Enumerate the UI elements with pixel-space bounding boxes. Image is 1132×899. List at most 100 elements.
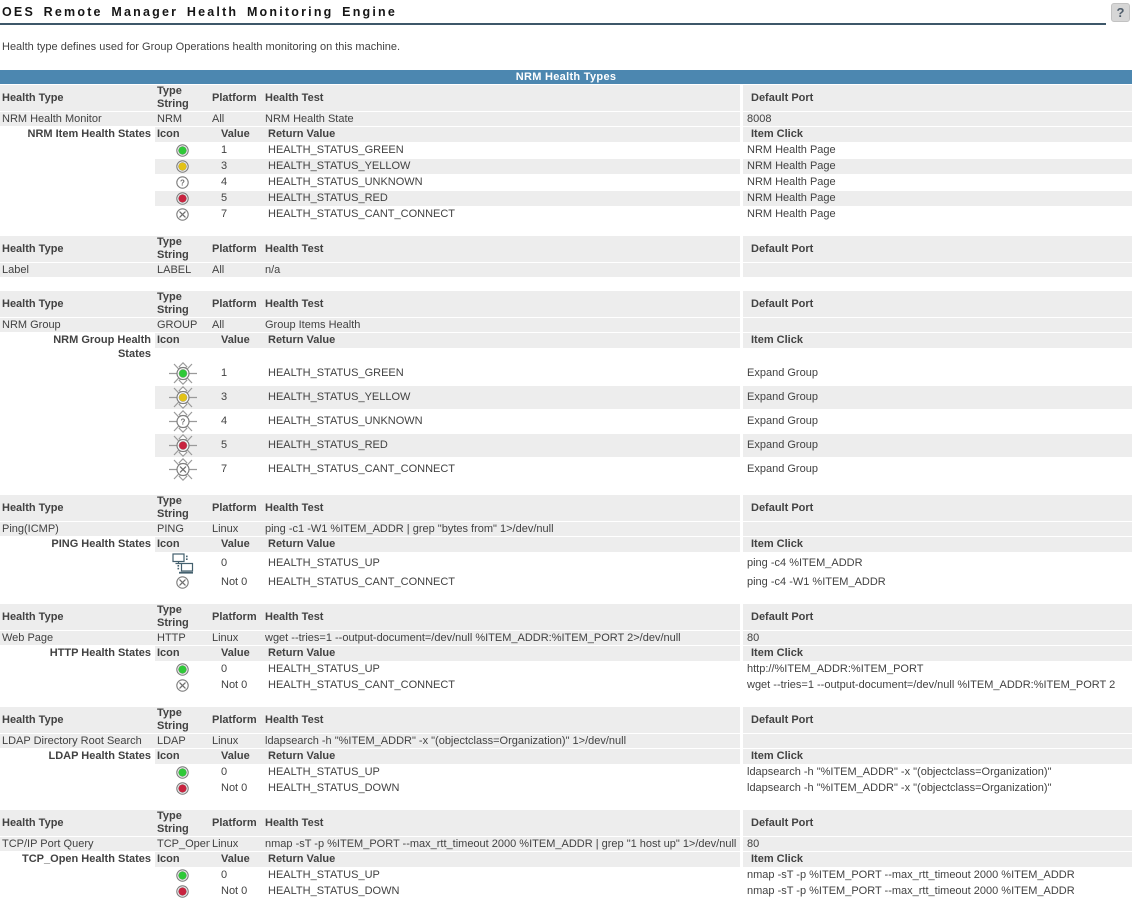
col-header-item-click: Item Click — [743, 852, 1132, 867]
col-header-icon: Icon — [155, 333, 210, 348]
health-type-row: LDAP Directory Root SearchLDAPLinuxldaps… — [0, 734, 1132, 748]
state-icon-cell — [155, 553, 210, 574]
state-icon-cell — [155, 434, 210, 457]
health-type-row: TCP/IP Port QueryTCP_OpenLinuxnmap -sT -… — [0, 837, 1132, 851]
item-click-cell: ldapsearch -h "%ITEM_ADDR" -x "(objectcl… — [743, 765, 1132, 780]
state-row: Not 0HEALTH_STATUS_DOWNldapsearch -h "%I… — [0, 781, 1132, 796]
state-icon-cell — [155, 575, 210, 590]
states-table-label: NRM Item Health States — [0, 127, 155, 141]
return-value-cell: HEALTH_STATUS_UP — [263, 868, 740, 883]
cant-connect-icon — [176, 208, 189, 221]
item-click-cell: Expand Group — [743, 434, 1132, 457]
health-type-cell: Web Page — [0, 631, 155, 645]
item-click-cell: nmap -sT -p %ITEM_PORT --max_rtt_timeout… — [743, 868, 1132, 883]
state-label-spacer — [0, 781, 155, 796]
return-value-cell: HEALTH_STATUS_YELLOW — [263, 159, 740, 174]
state-icon-cell — [155, 458, 210, 481]
col-header-return-value: Return Value — [263, 333, 740, 348]
platform-cell: Linux — [210, 522, 263, 536]
state-icon-cell — [155, 362, 210, 385]
type-string-cell: LABEL — [155, 263, 210, 277]
return-value-cell: HEALTH_STATUS_DOWN — [263, 884, 740, 899]
col-header-value: Value — [210, 852, 263, 867]
state-row: 5HEALTH_STATUS_REDNRM Health Page — [0, 191, 1132, 206]
state-label-spacer — [0, 434, 155, 457]
col-header-health-type: Health Type — [0, 495, 155, 521]
state-label-spacer — [0, 143, 155, 158]
state-label-spacer — [0, 868, 155, 883]
page-title: OES Remote Manager Health Monitoring Eng… — [0, 2, 1132, 19]
green-icon — [176, 766, 189, 779]
state-value-cell: Not 0 — [210, 678, 263, 693]
col-header-health-test: Health Test — [263, 810, 740, 836]
item-click-cell: nmap -sT -p %ITEM_PORT --max_rtt_timeout… — [743, 884, 1132, 899]
state-row: 0HEALTH_STATUS_UPldapsearch -h "%ITEM_AD… — [0, 765, 1132, 780]
col-header-item-click: Item Click — [743, 749, 1132, 764]
state-value-cell: Not 0 — [210, 884, 263, 899]
item-click-cell: Expand Group — [743, 362, 1132, 385]
green-icon — [168, 362, 198, 385]
section-gap — [0, 222, 1132, 235]
state-icon-cell — [155, 386, 210, 409]
state-icon-cell — [155, 781, 210, 796]
return-value-cell: HEALTH_STATUS_UP — [263, 553, 740, 574]
type-string-cell: NRM — [155, 112, 210, 126]
cant-connect-icon — [168, 458, 198, 481]
platform-cell: All — [210, 263, 263, 277]
column-header-row: Health TypeType StringPlatformHealth Tes… — [0, 291, 1132, 317]
col-header-value: Value — [210, 333, 263, 348]
health-test-cell: wget --tries=1 --output-document=/dev/nu… — [263, 631, 740, 645]
state-label-spacer — [0, 410, 155, 433]
col-header-platform: Platform — [210, 85, 263, 111]
state-icon-cell — [155, 159, 210, 174]
col-header-default-port: Default Port — [743, 495, 1132, 521]
platform-cell: All — [210, 318, 263, 332]
col-header-item-click: Item Click — [743, 127, 1132, 142]
health-type-section-4: Health TypeType StringPlatformHealth Tes… — [0, 495, 1132, 590]
state-value-cell: 5 — [210, 434, 263, 457]
state-row: 0HEALTH_STATUS_UPhttp://%ITEM_ADDR:%ITEM… — [0, 662, 1132, 677]
col-header-platform: Platform — [210, 291, 263, 317]
col-header-type-string: Type String — [155, 810, 210, 836]
health-test-cell: ping -c1 -W1 %ITEM_ADDR | grep "bytes fr… — [263, 522, 740, 536]
state-icon-cell — [155, 868, 210, 883]
green-icon — [176, 663, 189, 676]
red-icon — [176, 885, 189, 898]
return-value-cell: HEALTH_STATUS_YELLOW — [263, 386, 740, 409]
item-click-cell: NRM Health Page — [743, 207, 1132, 222]
section-gap — [0, 590, 1132, 603]
state-value-cell: 5 — [210, 191, 263, 206]
column-header-row: Health TypeType StringPlatformHealth Tes… — [0, 810, 1132, 836]
green-icon — [176, 144, 189, 157]
states-table-label: TCP_Open Health States — [0, 852, 155, 866]
state-icon-cell — [155, 662, 210, 677]
state-value-cell: 3 — [210, 159, 263, 174]
state-row: 3HEALTH_STATUS_YELLOWExpand Group — [0, 386, 1132, 409]
red-icon — [176, 782, 189, 795]
state-row: 0HEALTH_STATUS_UPnmap -sT -p %ITEM_PORT … — [0, 868, 1132, 883]
states-header-row: LDAP Health StatesIconValueReturn ValueI… — [0, 749, 1132, 764]
column-header-row: Health TypeType StringPlatformHealth Tes… — [0, 236, 1132, 262]
platform-cell: Linux — [210, 837, 263, 851]
help-button[interactable]: ? — [1111, 3, 1130, 22]
item-click-cell: NRM Health Page — [743, 191, 1132, 206]
col-header-item-click: Item Click — [743, 537, 1132, 552]
platform-cell: Linux — [210, 734, 263, 748]
col-header-icon: Icon — [155, 646, 210, 661]
states-table-label: LDAP Health States — [0, 749, 155, 763]
return-value-cell: HEALTH_STATUS_UP — [263, 662, 740, 677]
col-header-icon: Icon — [155, 749, 210, 764]
item-click-cell: Expand Group — [743, 458, 1132, 481]
col-header-platform: Platform — [210, 810, 263, 836]
state-value-cell: 0 — [210, 553, 263, 574]
col-header-type-string: Type String — [155, 495, 210, 521]
state-value-cell: 0 — [210, 662, 263, 677]
col-header-health-type: Health Type — [0, 236, 155, 262]
green-icon — [176, 869, 189, 882]
type-string-cell: LDAP — [155, 734, 210, 748]
col-header-platform: Platform — [210, 495, 263, 521]
cant-connect-icon — [176, 576, 189, 589]
col-header-icon: Icon — [155, 537, 210, 552]
col-header-return-value: Return Value — [263, 127, 740, 142]
state-value-cell: 3 — [210, 386, 263, 409]
